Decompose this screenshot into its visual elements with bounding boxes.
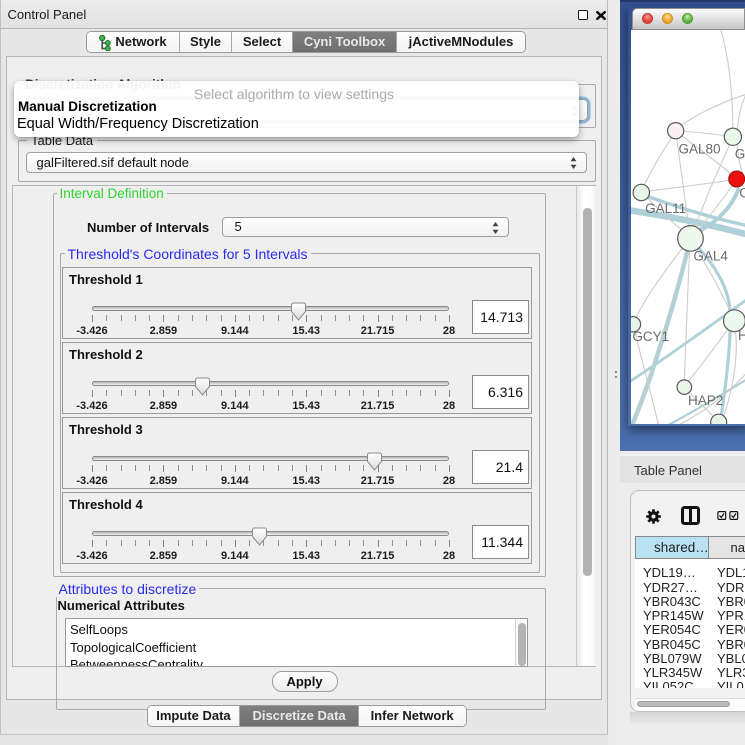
svg-text:G: G (735, 147, 745, 162)
svg-text:HAP2: HAP2 (688, 393, 723, 408)
svg-text:GAL11: GAL11 (645, 201, 686, 216)
svg-text:C: C (739, 185, 745, 200)
svg-text:H: H (738, 328, 745, 343)
svg-text:GAL80: GAL80 (678, 142, 720, 157)
svg-text:GAL4: GAL4 (693, 249, 728, 264)
svg-text:GCY1: GCY1 (632, 329, 669, 344)
